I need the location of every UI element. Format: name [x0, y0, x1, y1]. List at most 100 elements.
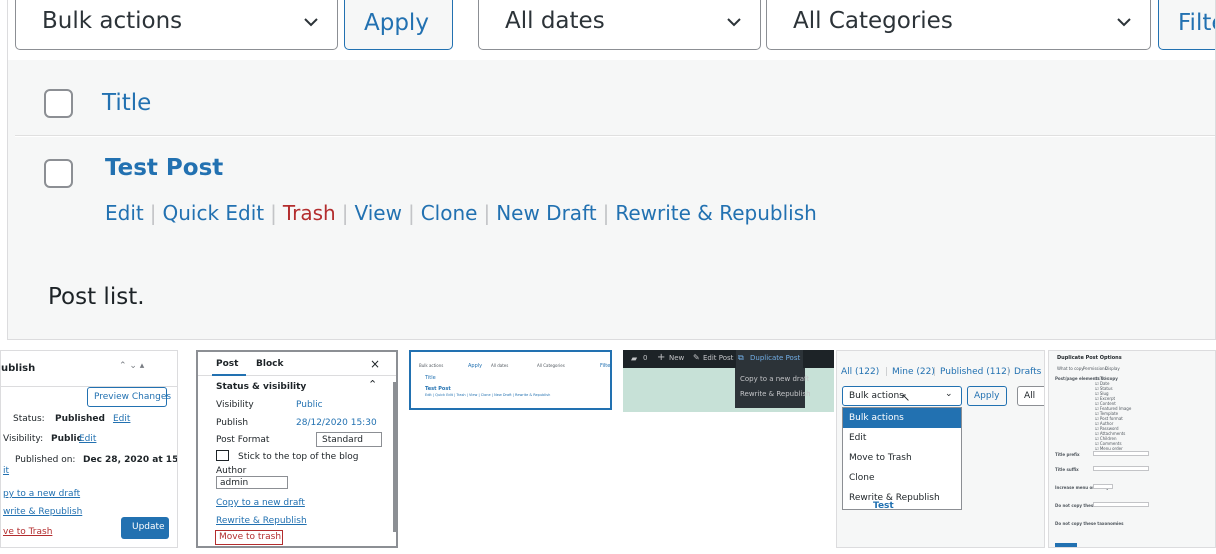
tab-block[interactable]: Block [256, 359, 283, 369]
filter-mine[interactable]: Mine (22) [892, 367, 935, 377]
thumbnail-post-list[interactable]: Bulk actions Apply All dates All Categor… [409, 350, 612, 410]
scrollbar[interactable] [393, 382, 396, 532]
published-edit-link[interactable]: it [3, 466, 9, 476]
quick-edit-link[interactable]: Quick Edit [162, 201, 264, 225]
sticky-checkbox[interactable] [216, 450, 229, 461]
thumbnail-publish-box[interactable]: ublish ⌃ ⌄ ▴ Preview Changes Status: Pub… [0, 350, 178, 548]
filter-all[interactable]: All (122) [841, 367, 879, 377]
tab-post[interactable]: Post [216, 359, 238, 369]
status-label: Status: [13, 414, 45, 424]
caption: Post list. [48, 284, 145, 310]
option-bulk-actions[interactable]: Bulk actions [849, 413, 904, 423]
option-rewrite[interactable]: Rewrite & Republish [849, 493, 940, 503]
option-move-to-trash[interactable]: Move to Trash [849, 453, 912, 463]
options-tab-display[interactable]: Display [1105, 366, 1120, 371]
bulk-actions-select[interactable]: Bulk actions [15, 0, 338, 50]
categories-label: All Categories [793, 8, 953, 34]
publish-date-link[interactable]: 28/12/2020 15:30 [296, 418, 377, 428]
filter-drafts[interactable]: Drafts [1014, 367, 1041, 377]
view-link[interactable]: View [354, 201, 401, 225]
mini-filter: Filte [600, 363, 611, 369]
option-clone[interactable]: Clone [849, 473, 875, 483]
thumbnail-admin-bar[interactable]: ▰ 0 + New ✎ Edit Post ⧉ Duplicate Post C… [623, 350, 834, 412]
table-header-row: Title [15, 68, 1215, 136]
comment-count: 0 [643, 354, 648, 362]
mini-dates: All dates [491, 363, 509, 368]
increase-input[interactable] [1093, 484, 1113, 489]
title-suffix-label: Title suffix [1055, 467, 1079, 472]
table-row: Test Post Edit | Quick Edit | Trash | View | Clo… [15, 137, 1215, 256]
mini-categories: All Categories [537, 363, 565, 368]
thumbnail-bulk-dropdown[interactable]: All (122) | Mine (22) | Published (112) … [836, 350, 1045, 548]
trash-link[interactable]: Trash [283, 201, 336, 225]
trash-link[interactable]: ve to Trash [3, 527, 52, 537]
options-tab-copy[interactable]: What to copy [1057, 366, 1084, 371]
chevron-up-icon[interactable]: ⌃ [368, 378, 377, 391]
options-title: Duplicate Post Options [1057, 355, 1122, 361]
options-tab-permissions[interactable]: Permissions [1083, 366, 1107, 371]
close-icon[interactable]: × [370, 357, 380, 371]
post-list-panel: Bulk actions Apply All dates All Categor… [7, 0, 1216, 340]
apply-label: Apply [364, 10, 429, 36]
mini-post-title: Test [873, 501, 894, 511]
thumbnail-editor-sidebar[interactable]: Post Block × Status & visibility ⌃ Visib… [196, 350, 398, 548]
publish-title: ublish [1, 363, 36, 374]
new-link[interactable]: New [669, 354, 684, 362]
rewrite-link[interactable]: write & Republish [3, 507, 82, 517]
trash-label: Move to trash [219, 532, 282, 542]
clone-link[interactable]: Clone [421, 201, 478, 225]
rewrite-link[interactable]: Rewrite & Republish [216, 516, 307, 526]
option-edit[interactable]: Edit [849, 433, 866, 443]
copy-draft-link[interactable]: Copy to a new draft [216, 498, 305, 508]
visibility-value: Public [51, 434, 82, 444]
published-value: Dec 28, 2020 at 15:30 [83, 455, 178, 465]
post-title-link[interactable]: Test Post [105, 155, 223, 181]
select-all-checkbox[interactable] [44, 89, 73, 118]
mini-title: Title [425, 375, 436, 381]
dates-select[interactable]: All dates [478, 0, 761, 50]
posts-table: Title Test Post Edit | Quick Edit | Trash | Vi… [15, 68, 1215, 256]
mini-post: Test Post [425, 386, 451, 392]
apply-button[interactable]: Apply [344, 0, 453, 50]
mini-actions: Edit | Quick Edit | Trash | View | Clone… [425, 393, 551, 397]
author-label: Author [216, 466, 247, 476]
chevron-down-icon [304, 18, 318, 27]
new-draft-link[interactable]: New Draft [496, 201, 596, 225]
comment-icon[interactable]: ▰ [631, 354, 637, 363]
thumbnail-options-page[interactable]: Duplicate Post Options What to copy Perm… [1048, 350, 1216, 548]
dates-label: All dates [505, 8, 605, 34]
visibility-edit-link[interactable]: Edit [79, 434, 96, 444]
copy-draft-item[interactable]: Copy to a new draft [740, 375, 809, 383]
bulk-dropdown-menu: Bulk actions Edit Move to Trash Clone Re… [842, 407, 962, 510]
visibility-label: Visibility: [3, 434, 44, 444]
copy-draft-link[interactable]: py to a new draft [3, 489, 80, 499]
rewrite-item[interactable]: Rewrite & Republish [740, 390, 811, 398]
sticky-label: Stick to the top of the blog [238, 452, 359, 462]
chevron-down-icon: ⌄ [945, 389, 953, 399]
categories-select[interactable]: All Categories [766, 0, 1151, 50]
section-title: Status & visibility [216, 382, 307, 392]
chevron-down-icon [1117, 18, 1131, 27]
filter-button[interactable]: Filte [1158, 0, 1215, 50]
visibility-value-link[interactable]: Public [296, 400, 323, 410]
edit-post-link[interactable]: Edit Post [703, 354, 733, 362]
title-column-header[interactable]: Title [102, 90, 151, 116]
status-edit-link[interactable]: Edit [113, 414, 130, 424]
bulk-apply-label: Apply [974, 391, 1000, 401]
not-copy-input[interactable] [1093, 502, 1149, 507]
save-changes-button[interactable] [1055, 543, 1077, 547]
duplicate-post-menu[interactable]: Duplicate Post [750, 354, 800, 362]
mini-bulk: Bulk actions [419, 363, 444, 368]
title-suffix-input[interactable] [1093, 466, 1149, 471]
plus-icon: + [657, 352, 666, 363]
status-value: Published [55, 414, 105, 424]
row-checkbox[interactable] [44, 159, 73, 188]
title-prefix-label: Title prefix [1055, 452, 1080, 457]
title-prefix-input[interactable] [1093, 451, 1149, 456]
edit-link[interactable]: Edit [105, 201, 144, 225]
collapse-arrows-icon[interactable]: ⌃ ⌄ ▴ [119, 361, 144, 371]
rewrite-republish-link[interactable]: Rewrite & Republish [615, 201, 816, 225]
filter-published[interactable]: Published (112) [940, 367, 1010, 377]
row-actions: Edit | Quick Edit | Trash | View | Clone | New Dra… [105, 201, 817, 225]
duplicate-icon: ⧉ [738, 353, 744, 362]
